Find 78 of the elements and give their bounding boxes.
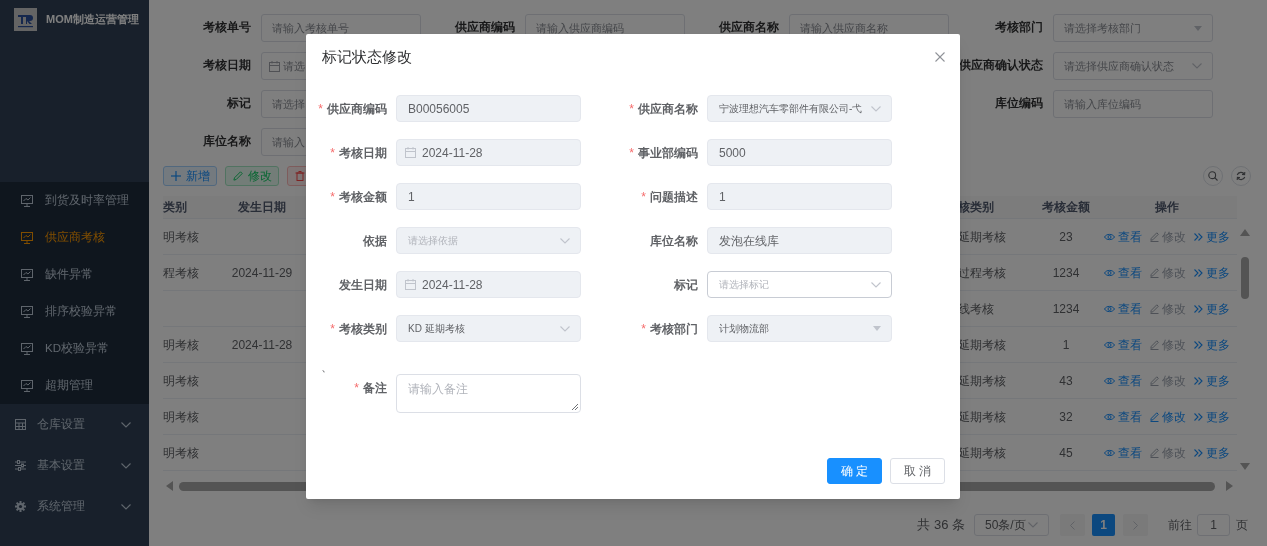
menu-item[interactable]: 排序校验异常 bbox=[0, 293, 149, 330]
field-label: 依据 bbox=[362, 232, 387, 250]
field-label: * 考核部门 bbox=[640, 320, 698, 338]
page-size-select[interactable]: 50条/页 bbox=[974, 514, 1049, 536]
field-label: * 供应商编码 bbox=[317, 100, 387, 118]
field-label: 考核日期 bbox=[202, 58, 251, 74]
cancel-button[interactable]: 取 消 bbox=[890, 458, 945, 484]
select-field[interactable]: 请选择标记 bbox=[707, 271, 892, 298]
field-label: 考核部门 bbox=[994, 19, 1043, 36]
table-cell: 明考核 bbox=[163, 373, 199, 388]
row-action-link[interactable]: 更多 bbox=[1193, 299, 1230, 318]
field-label: * 事业部编码 bbox=[628, 144, 698, 162]
menu-item[interactable]: 超期管理 bbox=[0, 367, 149, 404]
column-header: 操作 bbox=[1154, 199, 1179, 216]
field-label: 库位编码 bbox=[994, 95, 1043, 112]
field-label: 供应商编码 bbox=[454, 19, 515, 36]
field-label: 供应商名称 bbox=[718, 19, 779, 36]
menu-item[interactable]: 缺件异常 bbox=[0, 256, 149, 293]
row-action-link[interactable]: 查看 bbox=[1103, 407, 1142, 426]
table-cell: 明考核 bbox=[163, 409, 199, 424]
menu-item[interactable]: 系统管理 bbox=[0, 486, 149, 527]
field-label: * 问题描述 bbox=[640, 188, 698, 206]
column-header: 考核金额 bbox=[1042, 200, 1090, 214]
table-cell: 23 bbox=[1059, 229, 1073, 244]
field-label: 供应商确认状态 bbox=[958, 57, 1043, 74]
row-action-link[interactable]: 更多 bbox=[1193, 371, 1230, 390]
menu-item[interactable]: 供应商考核 bbox=[0, 219, 149, 256]
table-cell: 明考核 bbox=[163, 337, 199, 352]
field-label: 考核单号 bbox=[202, 20, 251, 36]
field-label: 标记 bbox=[226, 96, 251, 112]
page-unit-label: 页 bbox=[1236, 517, 1248, 534]
row-action-link[interactable]: 更多 bbox=[1193, 443, 1230, 462]
total-count: 共 36 条 bbox=[917, 516, 965, 535]
table-cell: 明考核 bbox=[163, 229, 199, 244]
remark-field[interactable]: 请输入备注 bbox=[396, 374, 581, 413]
table-cell: 2024-11-29 bbox=[231, 265, 293, 280]
table-cell: 程考核 bbox=[163, 265, 199, 280]
row-action-link[interactable]: 查看 bbox=[1103, 299, 1142, 318]
table-cell: 1 bbox=[1062, 337, 1070, 352]
row-action-link[interactable]: 修改 bbox=[1149, 407, 1186, 426]
app-title: MOM制造运营管理 bbox=[46, 12, 139, 28]
row-action-link[interactable]: 更多 bbox=[1193, 227, 1230, 246]
field-label: * 备注 bbox=[353, 380, 387, 397]
table-cell: 45 bbox=[1059, 445, 1073, 460]
add-button[interactable]: 新增 bbox=[163, 166, 217, 186]
table-cell: 43 bbox=[1059, 373, 1073, 388]
field-label: * 考核类别 bbox=[329, 320, 387, 338]
field-label: 发生日期 bbox=[338, 276, 387, 294]
table-cell: 32 bbox=[1059, 409, 1073, 424]
row-action-link[interactable]: 查看 bbox=[1103, 263, 1142, 282]
menu-item[interactable]: KD校验异常 bbox=[0, 330, 149, 367]
menu-item[interactable]: 到货及时率管理 bbox=[0, 182, 149, 219]
dialog-title: 标记状态修改 bbox=[322, 46, 412, 67]
field-label: * 供应商名称 bbox=[628, 100, 698, 118]
table-cell: 1234 bbox=[1052, 265, 1080, 280]
table-cell: 2024-11-28 bbox=[231, 337, 293, 352]
field-label: 标记 bbox=[673, 276, 698, 294]
stray-mark: 、 bbox=[321, 360, 333, 374]
row-action-link[interactable]: 查看 bbox=[1103, 227, 1142, 246]
table-cell: 明考核 bbox=[163, 445, 199, 460]
row-action-link[interactable]: 查看 bbox=[1103, 335, 1142, 354]
field-label: 库位名称 bbox=[202, 133, 251, 150]
row-action-link[interactable]: 更多 bbox=[1193, 263, 1230, 282]
field-label: 库位名称 bbox=[649, 232, 698, 250]
confirm-button[interactable]: 确 定 bbox=[827, 458, 882, 484]
column-header: 类别 bbox=[163, 200, 187, 214]
page-button[interactable]: 1 bbox=[1092, 514, 1115, 536]
page-number-field[interactable]: 1 bbox=[1197, 514, 1230, 536]
field-label: * 考核金额 bbox=[329, 188, 387, 206]
row-action-link[interactable]: 查看 bbox=[1103, 371, 1142, 390]
row-action-link[interactable]: 更多 bbox=[1193, 335, 1230, 354]
row-action-link[interactable]: 查看 bbox=[1103, 443, 1142, 462]
row-action-link[interactable]: 更多 bbox=[1193, 407, 1230, 426]
goto-label: 前往 bbox=[1168, 517, 1192, 534]
field-label: * 考核日期 bbox=[329, 144, 387, 162]
column-header: 发生日期 bbox=[238, 200, 286, 214]
table-cell: 1234 bbox=[1052, 301, 1080, 316]
edit-button[interactable]: 修改 bbox=[225, 166, 279, 186]
